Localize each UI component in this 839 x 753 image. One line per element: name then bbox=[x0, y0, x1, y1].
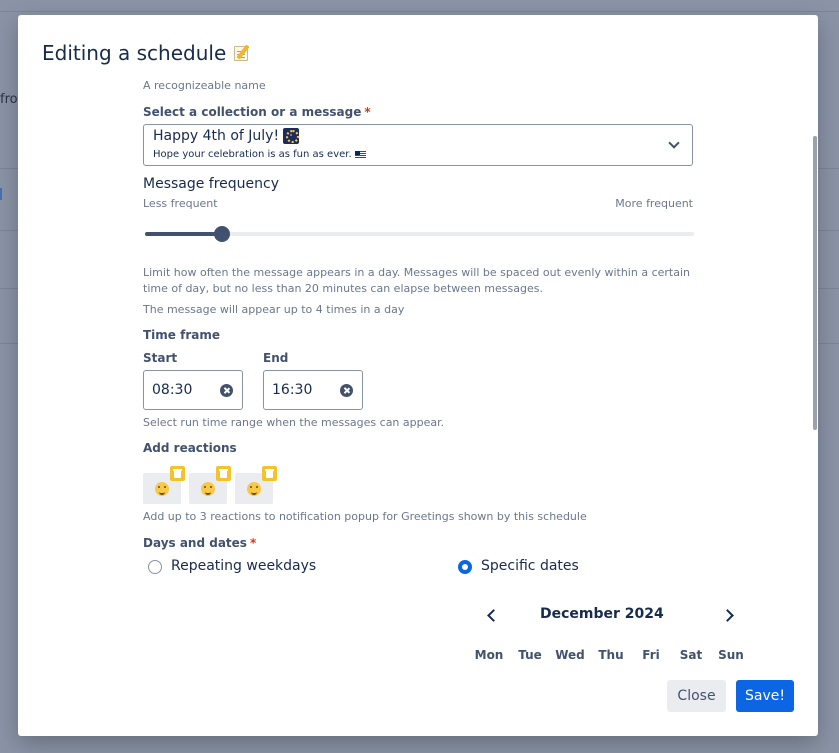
weekday-header: Tue bbox=[518, 648, 542, 662]
frequency-slider[interactable] bbox=[145, 226, 694, 242]
trash-icon[interactable] bbox=[262, 466, 277, 481]
frequency-description: Limit how often the message appears in a… bbox=[143, 266, 690, 295]
steaming-angry-emoji-icon bbox=[247, 482, 261, 496]
end-label: End bbox=[263, 351, 289, 365]
radio-repeating-weekdays-label[interactable]: Repeating weekdays bbox=[171, 558, 316, 574]
winking-emoji-icon bbox=[201, 482, 215, 496]
reaction-item[interactable] bbox=[235, 466, 277, 504]
slider-fill bbox=[145, 232, 222, 236]
radio-specific-dates-label[interactable]: Specific dates bbox=[481, 558, 579, 574]
background-link-mark bbox=[0, 188, 2, 200]
modal-title: Editing a schedule bbox=[42, 41, 252, 65]
grinning-sweat-emoji-icon bbox=[155, 482, 169, 496]
us-flag-icon bbox=[354, 150, 366, 159]
slider-thumb[interactable] bbox=[213, 226, 230, 242]
name-hint: A recognizeable name bbox=[143, 79, 266, 92]
reaction-item[interactable] bbox=[143, 466, 185, 504]
end-time-input[interactable]: 16:30 bbox=[263, 370, 363, 410]
close-button[interactable]: Close bbox=[667, 680, 726, 712]
fireworks-icon bbox=[283, 128, 300, 144]
modal-scrollbar[interactable] bbox=[813, 136, 817, 430]
edit-schedule-modal: Editing a schedule A recognizeable name … bbox=[18, 15, 818, 736]
trash-icon[interactable] bbox=[170, 466, 185, 481]
frequency-summary: The message will appear up to 4 times in… bbox=[143, 303, 405, 316]
save-button[interactable]: Save! bbox=[736, 680, 794, 712]
weekday-header: Sat bbox=[679, 648, 703, 662]
radio-specific-dates[interactable] bbox=[458, 560, 472, 574]
calendar-month-title: December 2024 bbox=[540, 606, 664, 622]
collection-select[interactable]: Happy 4th of July! Hope your celebration… bbox=[143, 124, 693, 166]
weekday-header: Fri bbox=[642, 648, 660, 662]
frequency-min-label: Less frequent bbox=[143, 197, 218, 210]
selected-message-subtitle: Hope your celebration is as fun as ever. bbox=[153, 149, 366, 160]
frequency-max-label: More frequent bbox=[615, 197, 693, 210]
clear-icon[interactable] bbox=[220, 384, 233, 397]
trash-icon[interactable] bbox=[216, 466, 231, 481]
radio-repeating-weekdays[interactable] bbox=[148, 560, 162, 574]
weekday-header: Sun bbox=[718, 648, 744, 662]
reactions-hint: Add up to 3 reactions to notification po… bbox=[143, 510, 587, 523]
chevron-left-icon[interactable] bbox=[487, 609, 500, 622]
background-divider bbox=[0, 11, 839, 12]
chevron-down-icon[interactable] bbox=[668, 137, 680, 149]
selected-message-title: Happy 4th of July! bbox=[153, 128, 300, 144]
weekday-header: Wed bbox=[555, 648, 585, 662]
start-time-value: 08:30 bbox=[152, 382, 193, 398]
collection-label: Select a collection or a message * bbox=[143, 105, 371, 119]
weekday-header: Mon bbox=[474, 648, 504, 662]
weekday-header: Thu bbox=[598, 648, 624, 662]
clear-icon[interactable] bbox=[340, 384, 353, 397]
time-frame-hint: Select run time range when the messages … bbox=[143, 416, 445, 429]
frequency-title: Message frequency bbox=[143, 176, 280, 192]
start-label: Start bbox=[143, 351, 178, 365]
start-time-input[interactable]: 08:30 bbox=[143, 370, 243, 410]
end-time-value: 16:30 bbox=[272, 382, 313, 398]
days-label: Days and dates * bbox=[143, 536, 257, 550]
memo-icon bbox=[232, 43, 252, 63]
chevron-right-icon[interactable] bbox=[721, 609, 734, 622]
reaction-item[interactable] bbox=[189, 466, 231, 504]
reactions-label: Add reactions bbox=[143, 441, 237, 455]
modal-title-text: Editing a schedule bbox=[42, 41, 227, 65]
time-frame-label: Time frame bbox=[143, 328, 220, 342]
